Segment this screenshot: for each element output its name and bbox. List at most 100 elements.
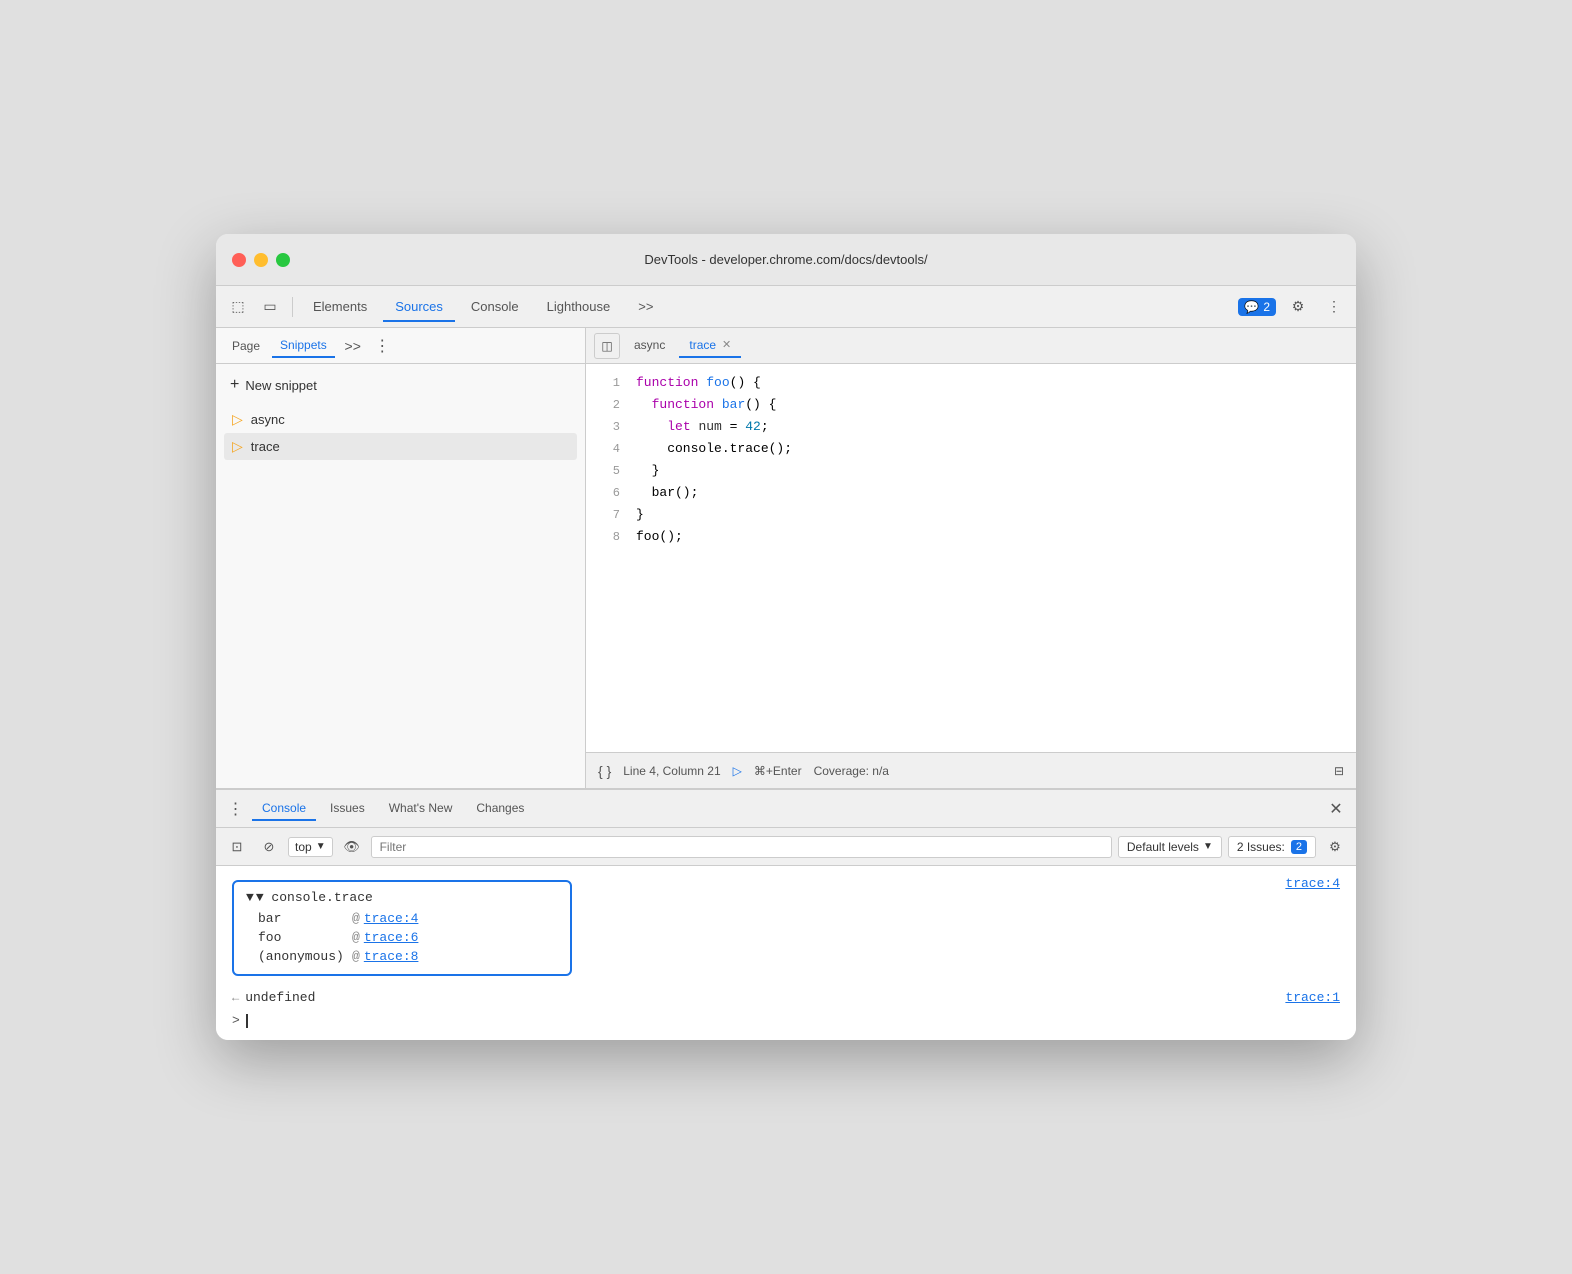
minimize-button[interactable] (254, 253, 268, 267)
traffic-lights (232, 253, 290, 267)
main-toolbar: ⬚ ▭ Elements Sources Console Lighthouse … (216, 286, 1356, 328)
block-icon[interactable]: ⊘ (256, 834, 282, 860)
editor-tabs: ◫ async trace ✕ (586, 328, 1356, 364)
code-line-4: 4 console.trace(); (586, 438, 1356, 460)
console-input-line: > (224, 1009, 1348, 1032)
sidebar-more-options-icon[interactable]: ⋮ (371, 334, 395, 358)
device-icon[interactable]: ▭ (256, 293, 284, 321)
console-output: ▼ ▼ console.trace bar @ trace:4 foo @ tr… (216, 866, 1356, 1040)
snippet-item-trace[interactable]: ▷ trace (224, 433, 577, 460)
snippet-file-icon-active: ▷ (232, 438, 243, 455)
issues-count: 2 (1263, 300, 1270, 314)
status-bar: { } Line 4, Column 21 ▷ ⌘+Enter Coverage… (586, 752, 1356, 788)
maximize-button[interactable] (276, 253, 290, 267)
clear-console-icon[interactable]: ⊡ (224, 834, 250, 860)
code-line-7: 7 } (586, 504, 1356, 526)
format-icon[interactable]: { } (598, 763, 611, 779)
undefined-source-link[interactable]: trace:1 (1285, 990, 1340, 1005)
chat-icon: 💬 (1244, 300, 1259, 314)
console-settings-icon[interactable]: ⚙ (1322, 834, 1348, 860)
sidebar-content: + New snippet ▷ async ▷ trace (216, 364, 585, 788)
cursor-icon[interactable]: ⬚ (224, 293, 252, 321)
more-options-icon[interactable]: ⋮ (1320, 293, 1348, 321)
code-editor[interactable]: 1 function foo() { 2 function bar() { 3 … (586, 364, 1356, 752)
tab-close-icon[interactable]: ✕ (722, 338, 731, 351)
plus-icon: + (230, 376, 239, 394)
toolbar-right: 💬 2 ⚙ ⋮ (1238, 293, 1348, 321)
bottom-tab-console[interactable]: Console (252, 797, 316, 821)
close-button[interactable] (232, 253, 246, 267)
toggle-sidebar-icon[interactable]: ◫ (594, 333, 620, 359)
bottom-tab-changes[interactable]: Changes (466, 797, 534, 821)
bottom-tab-issues[interactable]: Issues (320, 797, 375, 821)
editor-tab-async[interactable]: async (624, 334, 675, 358)
bottom-more-icon[interactable]: ⋮ (224, 797, 248, 821)
title-bar: DevTools - developer.chrome.com/docs/dev… (216, 234, 1356, 286)
code-line-6: 6 bar(); (586, 482, 1356, 504)
prompt-symbol: > (232, 1013, 240, 1028)
bottom-tabs: ⋮ Console Issues What's New Changes ✕ (216, 790, 1356, 828)
trace-row-foo: foo @ trace:6 (246, 928, 558, 947)
code-line-5: 5 } (586, 460, 1356, 482)
context-label: top (295, 840, 312, 854)
console-drawer-icon[interactable]: ⊟ (1334, 764, 1344, 778)
toolbar-divider-1 (292, 297, 293, 317)
settings-icon[interactable]: ⚙ (1284, 293, 1312, 321)
trace-link-anonymous[interactable]: trace:8 (364, 949, 419, 964)
input-cursor (246, 1014, 248, 1028)
editor-area: ◫ async trace ✕ 1 function foo() { 2 fun… (586, 328, 1356, 788)
trace-row-bar: bar @ trace:4 (246, 909, 558, 928)
code-line-2: 2 function bar() { (586, 394, 1356, 416)
sidebar: Page Snippets >> ⋮ + New snippet ▷ async… (216, 328, 586, 788)
trace-expand-icon[interactable]: ▼ (246, 890, 254, 905)
eye-icon[interactable]: 👁 (339, 834, 365, 860)
console-toolbar: ⊡ ⊘ top ▼ 👁 Default levels ▼ 2 Issues: 2… (216, 828, 1356, 866)
issues-count-btn[interactable]: 2 Issues: 2 (1228, 836, 1316, 858)
trace-link-foo[interactable]: trace:6 (364, 930, 419, 945)
new-snippet-button[interactable]: + New snippet (224, 372, 577, 398)
issues-badge[interactable]: 💬 2 (1238, 298, 1276, 316)
context-selector[interactable]: top ▼ (288, 837, 333, 857)
run-icon[interactable]: ▷ (733, 764, 742, 778)
bottom-tab-whats-new[interactable]: What's New (379, 797, 463, 821)
filter-input[interactable] (371, 836, 1112, 858)
tab-lighthouse[interactable]: Lighthouse (535, 293, 623, 322)
chevron-down-icon: ▼ (316, 841, 326, 852)
trace-link-bar[interactable]: trace:4 (364, 911, 419, 926)
tab-console[interactable]: Console (459, 293, 531, 322)
code-line-1: 1 function foo() { (586, 372, 1356, 394)
content-area: Page Snippets >> ⋮ + New snippet ▷ async… (216, 328, 1356, 788)
devtools-window: DevTools - developer.chrome.com/docs/dev… (216, 234, 1356, 1040)
undefined-text: undefined (245, 990, 315, 1005)
editor-tab-trace[interactable]: trace ✕ (679, 334, 741, 358)
trace-header: ▼ ▼ console.trace (246, 890, 558, 905)
trace-row-anonymous: (anonymous) @ trace:8 (246, 947, 558, 966)
console-trace-line: ▼ ▼ console.trace bar @ trace:4 foo @ tr… (224, 874, 1348, 982)
status-bar-right: ⊟ (1334, 764, 1344, 778)
console-undefined-row: ← undefined trace:1 (224, 986, 1348, 1009)
code-line-3: 3 let num = 42; (586, 416, 1356, 438)
snippet-file-icon: ▷ (232, 411, 243, 428)
cursor-position: Line 4, Column 21 (623, 764, 720, 778)
coverage-status: Coverage: n/a (814, 764, 889, 778)
levels-chevron-icon: ▼ (1203, 841, 1213, 852)
bottom-panel: ⋮ Console Issues What's New Changes ✕ ⊡ … (216, 788, 1356, 1040)
run-shortcut: ⌘+Enter (754, 764, 802, 778)
more-tabs-btn[interactable]: >> (626, 293, 665, 322)
undefined-left: ← undefined (232, 990, 315, 1005)
trace-block: ▼ ▼ console.trace bar @ trace:4 foo @ tr… (232, 880, 572, 976)
tab-sources[interactable]: Sources (383, 293, 455, 322)
close-bottom-panel-icon[interactable]: ✕ (1324, 797, 1348, 821)
trace-source-link[interactable]: trace:4 (1285, 876, 1340, 891)
more-sidebar-tabs-icon[interactable]: >> (339, 332, 367, 360)
window-title: DevTools - developer.chrome.com/docs/dev… (644, 252, 927, 267)
log-levels-btn[interactable]: Default levels ▼ (1118, 836, 1222, 858)
tab-elements[interactable]: Elements (301, 293, 379, 322)
sidebar-tabs: Page Snippets >> ⋮ (216, 328, 585, 364)
undefined-arrow-icon: ← (232, 991, 239, 1005)
snippet-item-async[interactable]: ▷ async (224, 406, 577, 433)
sidebar-tab-snippets[interactable]: Snippets (272, 334, 335, 358)
issues-badge-icon: 2 (1291, 840, 1307, 854)
sidebar-tab-page[interactable]: Page (224, 335, 268, 357)
code-line-8: 8 foo(); (586, 526, 1356, 548)
